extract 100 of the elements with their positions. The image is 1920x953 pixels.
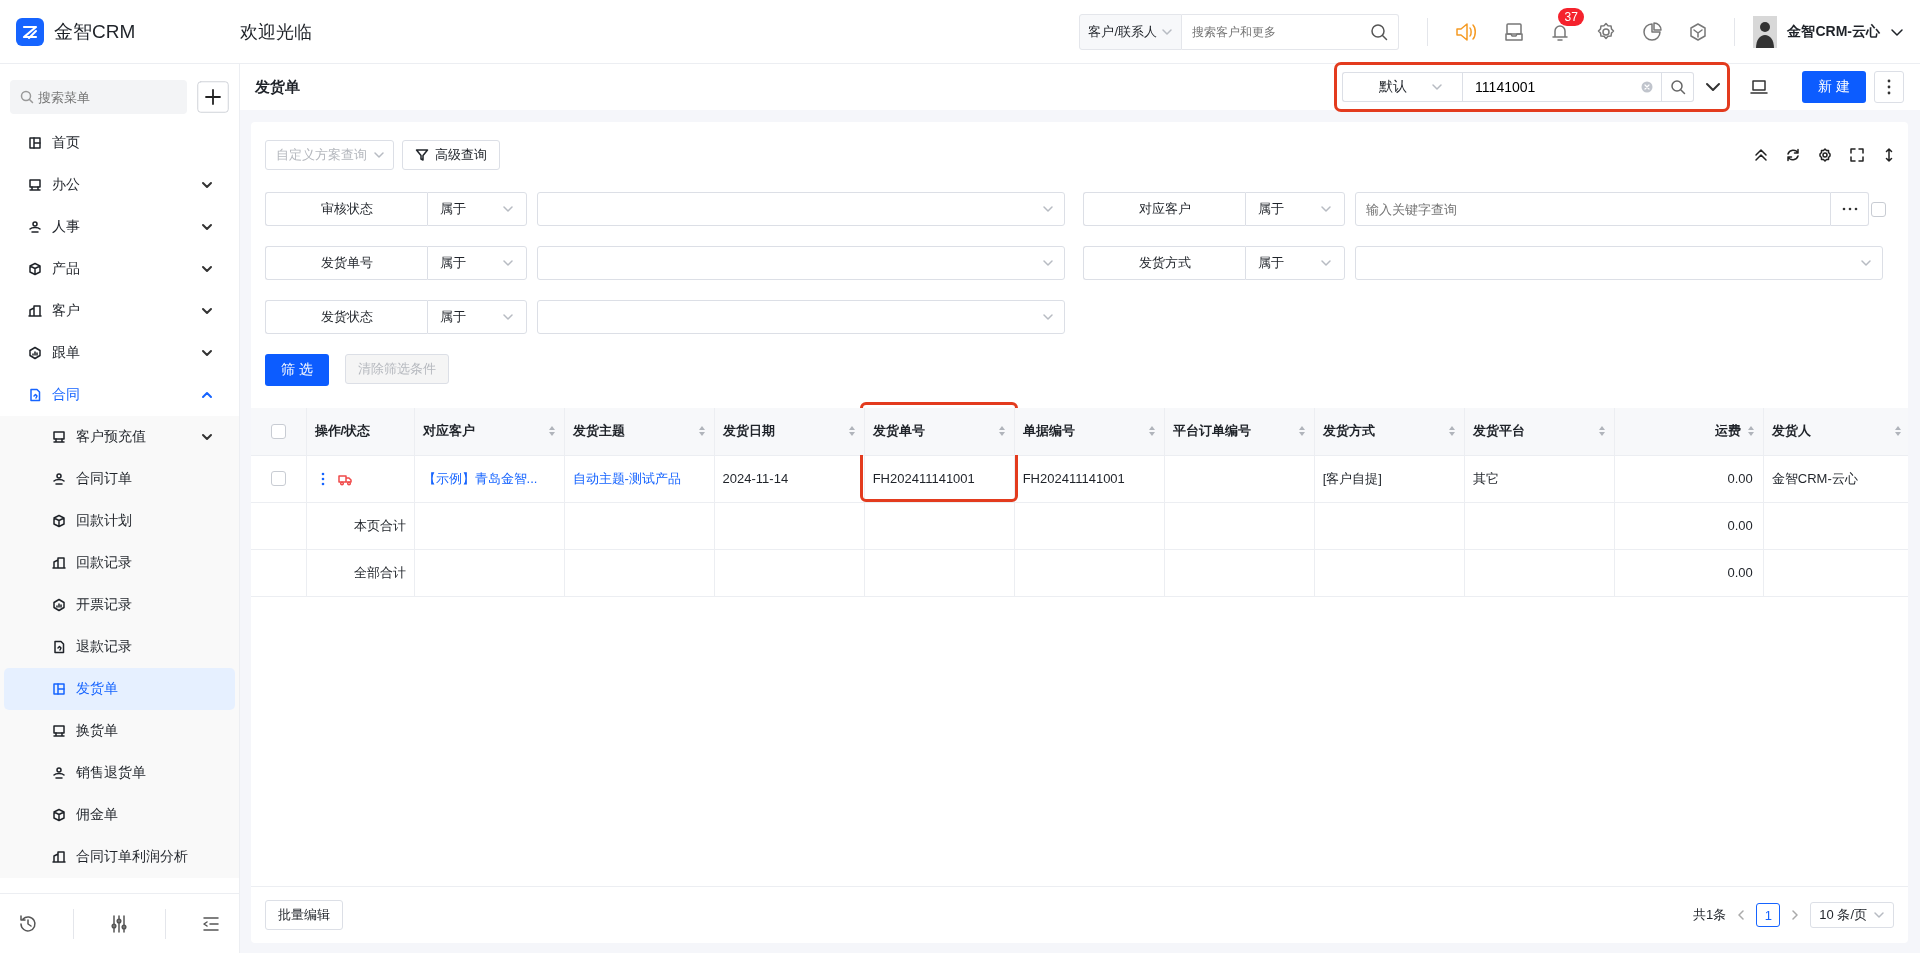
- link[interactable]: 【示例】青岛金智...: [422, 470, 538, 486]
- filter-icon: [415, 148, 429, 162]
- column-header[interactable]: 对应客户: [414, 408, 565, 455]
- more-icon: [1887, 79, 1891, 95]
- menu-item[interactable]: 客户预充值: [0, 416, 239, 458]
- menu-item[interactable]: 办公: [0, 164, 239, 206]
- chevron-down-icon: [1860, 257, 1872, 269]
- search-field[interactable]: 搜索客户和更多: [1182, 13, 1360, 50]
- column-header[interactable]: 发货单号: [864, 408, 1015, 455]
- sort-icon: [847, 425, 856, 437]
- sort-icon: [697, 425, 706, 437]
- operator-select[interactable]: 属于: [427, 300, 527, 334]
- scope-select[interactable]: 客户/联系人: [1079, 13, 1183, 50]
- history-icon[interactable]: [17, 913, 38, 934]
- menu-item[interactable]: 合同订单: [0, 458, 239, 500]
- operator-select[interactable]: 属于: [1245, 192, 1345, 226]
- filter-button[interactable]: 筛 选: [265, 354, 329, 386]
- chevron-down-icon: [201, 431, 213, 443]
- link[interactable]: 自动主题-测试产品: [572, 470, 681, 486]
- page-icon: [52, 808, 66, 822]
- operator-select[interactable]: 属于: [1245, 246, 1345, 280]
- column-header[interactable]: 操作/状态: [306, 408, 415, 455]
- laptop-icon[interactable]: [1750, 78, 1769, 96]
- user-name[interactable]: 金智CRM-云心: [1787, 22, 1880, 41]
- sort-icon: [1597, 425, 1606, 437]
- chevron-down-icon: [373, 149, 385, 161]
- column-header[interactable]: 发货方式: [1314, 408, 1465, 455]
- chevron-down-icon: [1320, 203, 1332, 215]
- page-icon: [52, 472, 66, 486]
- page-icon: [52, 724, 66, 738]
- chevron-right-icon[interactable]: [1790, 910, 1801, 920]
- cube-icon[interactable]: [1688, 21, 1709, 42]
- page-icon: [28, 178, 42, 192]
- field-label: 发货单号: [265, 246, 427, 280]
- chevron-down-icon: [1430, 81, 1443, 93]
- page-icon: [28, 136, 42, 150]
- operator-select[interactable]: 属于: [427, 192, 527, 226]
- menu-item[interactable]: 产品: [0, 248, 239, 290]
- column-header[interactable]: 发货主题: [564, 408, 715, 455]
- page-icon: [52, 556, 66, 570]
- keyword-field[interactable]: 输入关键字查询: [1355, 192, 1831, 226]
- table-cell: 0.00: [1727, 471, 1753, 486]
- menu-item[interactable]: 销售退货单: [0, 752, 239, 794]
- column-header[interactable]: 发货日期: [714, 408, 865, 455]
- menu-item[interactable]: 发货单: [4, 668, 235, 710]
- chevron-down-icon: [1042, 257, 1054, 269]
- fullscreen-icon[interactable]: [1850, 148, 1864, 162]
- menu-item[interactable]: 佣金单: [0, 794, 239, 836]
- menu-item[interactable]: 回款计划: [0, 500, 239, 542]
- operator-select[interactable]: 属于: [427, 246, 527, 280]
- menu-item[interactable]: 首页: [0, 122, 239, 164]
- inbox-icon[interactable]: [1504, 21, 1525, 42]
- more-icon[interactable]: [320, 471, 325, 486]
- page-size-select[interactable]: 10 条/页: [1810, 902, 1894, 928]
- column-header[interactable]: 发货平台: [1464, 408, 1615, 455]
- page-icon: [52, 682, 66, 696]
- chevron-down-icon: [1873, 909, 1885, 921]
- menu-item[interactable]: 退款记录: [0, 626, 239, 668]
- view-select[interactable]: 默认: [1342, 72, 1463, 102]
- column-header[interactable]: 发货人: [1763, 408, 1908, 455]
- advanced-query-button[interactable]: 高级查询: [402, 140, 500, 170]
- menu-item[interactable]: 合同: [0, 374, 239, 416]
- pie-chart-icon[interactable]: [1642, 21, 1663, 42]
- checkbox[interactable]: [270, 471, 286, 486]
- checkbox[interactable]: [1871, 201, 1886, 217]
- plus-button[interactable]: [197, 81, 229, 113]
- menu-item[interactable]: 回款记录: [0, 542, 239, 584]
- chevron-down-icon: [201, 221, 213, 233]
- chevron-left-icon[interactable]: [1736, 910, 1747, 920]
- summary-label: 全部合计: [353, 564, 406, 580]
- menu-item[interactable]: 跟单: [0, 332, 239, 374]
- column-header[interactable]: 单据编号: [1014, 408, 1165, 455]
- page-icon: [28, 220, 42, 234]
- batch-edit-button[interactable]: 批量编辑: [265, 900, 343, 930]
- search-button[interactable]: [1662, 72, 1695, 102]
- new-button[interactable]: 新 建: [1802, 71, 1866, 103]
- avatar[interactable]: [1753, 15, 1778, 48]
- page-icon: [52, 766, 66, 780]
- page-button[interactable]: 1: [1756, 903, 1781, 927]
- column-header[interactable]: 运费: [1614, 408, 1764, 455]
- refresh-icon[interactable]: [1786, 148, 1800, 162]
- column-header[interactable]: 平台订单编号: [1164, 408, 1315, 455]
- app-name: 金智CRM: [54, 19, 136, 44]
- field-label: 发货状态: [265, 300, 427, 334]
- sort-icon: [1297, 425, 1306, 437]
- menu-item[interactable]: 合同订单利润分析: [0, 836, 239, 878]
- menu-item[interactable]: 换货单: [0, 710, 239, 752]
- menu-item[interactable]: 开票记录: [0, 584, 239, 626]
- table-cell: 0.00: [1727, 565, 1753, 580]
- gear-icon[interactable]: [1818, 148, 1832, 162]
- checkbox[interactable]: [270, 423, 286, 439]
- page-icon: [52, 430, 66, 444]
- menu-item[interactable]: 人事: [0, 206, 239, 248]
- quick-search-field[interactable]: 11141001: [1462, 72, 1663, 102]
- menu-item[interactable]: 客户: [0, 290, 239, 332]
- chevron-down-icon: [201, 179, 213, 191]
- collapse-up-icon[interactable]: [1754, 148, 1768, 162]
- page-icon: [28, 262, 42, 276]
- search-button[interactable]: [1359, 13, 1400, 50]
- menu-search-field[interactable]: 搜索菜单: [10, 80, 187, 114]
